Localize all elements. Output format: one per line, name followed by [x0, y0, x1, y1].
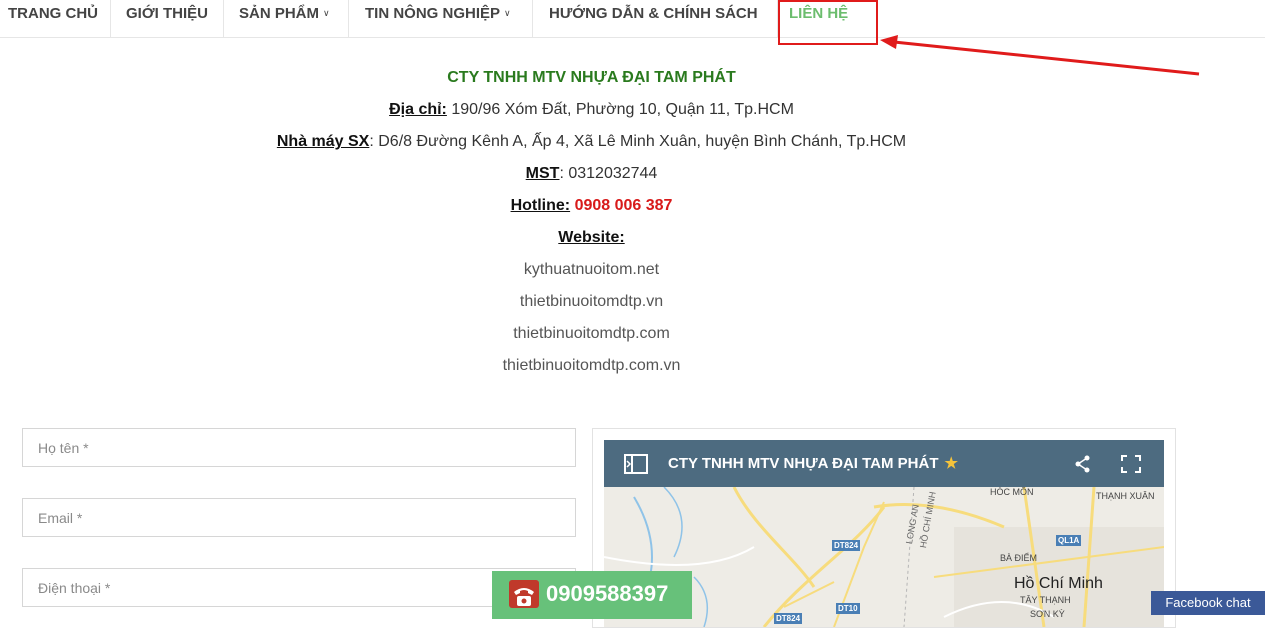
website-link[interactable]: kythuatnuoitom.net: [0, 261, 1183, 279]
name-field[interactable]: [22, 428, 576, 467]
chevron-down-icon: ∨: [323, 8, 330, 18]
factory-line: Nhà máy SX: D6/8 Đường Kênh A, Ấp 4, Xã …: [0, 133, 1183, 151]
map-label: BÀ ĐIỂM: [1000, 553, 1038, 563]
nav-item-agriculture-news[interactable]: TIN NÔNG NGHIỆP ∨: [349, 0, 533, 37]
sidebar-toggle-icon[interactable]: [624, 454, 648, 474]
address-label: Địa chỉ:: [389, 101, 447, 118]
nav-item-label: SẢN PHẨM: [239, 5, 320, 22]
nav-item-home[interactable]: TRANG CHỦ: [0, 0, 111, 37]
floating-phone-number: 0909588397: [546, 581, 669, 606]
nav-item-about[interactable]: GIỚI THIỆU: [111, 0, 224, 37]
tax-line: MST: 0312032744: [0, 165, 1183, 183]
hotline-line: Hotline: 0908 006 387: [0, 197, 1183, 215]
road-label: QL1A: [1056, 535, 1082, 546]
website-line: Website:: [0, 229, 1183, 247]
hotline-number[interactable]: 0908 006 387: [575, 197, 673, 214]
map-label: HÓC MÔN: [990, 487, 1034, 497]
tax-value: : 0312032744: [559, 165, 658, 182]
website-label: Website:: [558, 229, 625, 246]
map-city-label: Hồ Chí Minh: [1014, 575, 1103, 592]
floating-call-button[interactable]: 0909588397: [492, 571, 692, 619]
map-label: SƠN KỲ: [1030, 609, 1065, 619]
map-label: TÂY THẠNH: [1020, 595, 1071, 605]
main-navigation: TRANG CHỦ GIỚI THIỆU SẢN PHẨM ∨ TIN NÔNG …: [0, 0, 1265, 38]
facebook-chat-button[interactable]: Facebook chat: [1151, 591, 1265, 615]
address-line: Địa chỉ: 190/96 Xóm Đất, Phường 10, Quận…: [0, 101, 1183, 119]
email-field[interactable]: [22, 498, 576, 537]
nav-item-guides-policies[interactable]: HƯỚNG DẪN & CHÍNH SÁCH: [533, 0, 778, 37]
company-name: CTY TNHH MTV NHỰA ĐẠI TAM PHÁT: [447, 69, 736, 86]
website-link[interactable]: thietbinuoitomdtp.com.vn: [0, 357, 1183, 375]
website-link[interactable]: thietbinuoitomdtp.vn: [0, 293, 1183, 311]
map-header: CTY TNHH MTV NHỰA ĐẠI TAM PHÁT ★: [604, 440, 1164, 487]
annotation-highlight-box: [778, 0, 878, 45]
fullscreen-icon[interactable]: [1121, 455, 1141, 473]
star-icon[interactable]: ★: [944, 455, 957, 472]
factory-value: : D6/8 Đường Kênh A, Ấp 4, Xã Lê Minh Xu…: [369, 133, 907, 150]
nav-item-label: HƯỚNG DẪN & CHÍNH SÁCH: [549, 5, 758, 22]
nav-item-label: TRANG CHỦ: [8, 5, 98, 22]
nav-item-label: TIN NÔNG NGHIỆP: [365, 5, 501, 22]
map-label: THẠNH XUÂN: [1096, 491, 1155, 501]
hotline-label: Hotline:: [510, 197, 571, 214]
tax-label: MST: [525, 165, 560, 182]
map-title: CTY TNHH MTV NHỰA ĐẠI TAM PHÁT ★: [668, 440, 958, 487]
factory-label: Nhà máy SX: [276, 133, 370, 150]
telephone-icon: [509, 580, 539, 608]
road-label: DT10: [836, 603, 860, 614]
nav-item-label: GIỚI THIỆU: [126, 5, 208, 22]
map-title-text: CTY TNHH MTV NHỰA ĐẠI TAM PHÁT: [668, 455, 939, 472]
share-icon[interactable]: [1075, 455, 1091, 473]
address-value: 190/96 Xóm Đất, Phường 10, Quận 11, Tp.H…: [446, 101, 794, 118]
chevron-down-icon: ∨: [504, 8, 511, 18]
nav-item-products[interactable]: SẢN PHẨM ∨: [224, 0, 349, 37]
website-link[interactable]: thietbinuoitomdtp.com: [0, 325, 1183, 343]
road-label: DT824: [832, 540, 861, 551]
